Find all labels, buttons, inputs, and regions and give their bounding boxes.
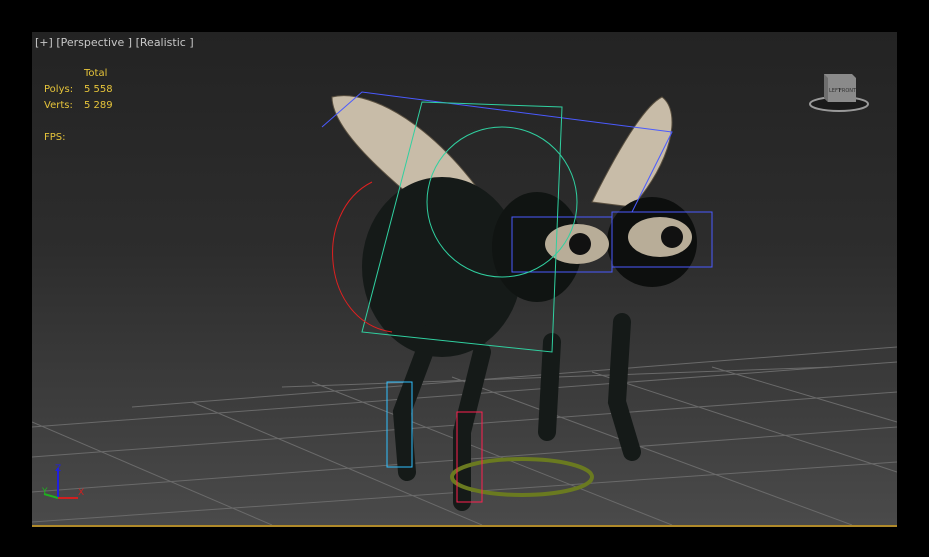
verts-value: 5 289 [84,100,113,111]
statistics-overlay: Total Polys: 5 558 Verts: 5 289 FPS: [44,66,113,146]
axis-z-label: Z [55,464,61,474]
viewport-point-of-view-menu[interactable]: [Perspective ] [56,36,132,49]
verts-label: Verts: [44,100,73,111]
polys-value: 5 558 [84,84,113,95]
axis-tripod: Z X Y [41,464,84,499]
fps-label: FPS: [44,132,66,143]
perspective-viewport[interactable]: Z X Y [+] [Perspective ] [Realistic ] To… [32,32,897,527]
axis-x-label: X [78,488,84,498]
stats-header: Total [84,68,108,79]
viewcube-front-face: FRONT [839,88,857,94]
viewport-shading-menu[interactable]: [Realistic ] [136,36,194,49]
viewcube[interactable]: LEFT FRONT [808,68,870,114]
polys-label: Polys: [44,84,74,95]
axis-y-label: Y [41,487,48,497]
scene-render[interactable]: Z X Y [32,32,897,525]
viewport-label-menu: [+] [Perspective ] [Realistic ] [35,36,194,49]
viewport-plus-menu[interactable]: [+] [35,36,53,49]
fly-model[interactable] [321,91,713,511]
